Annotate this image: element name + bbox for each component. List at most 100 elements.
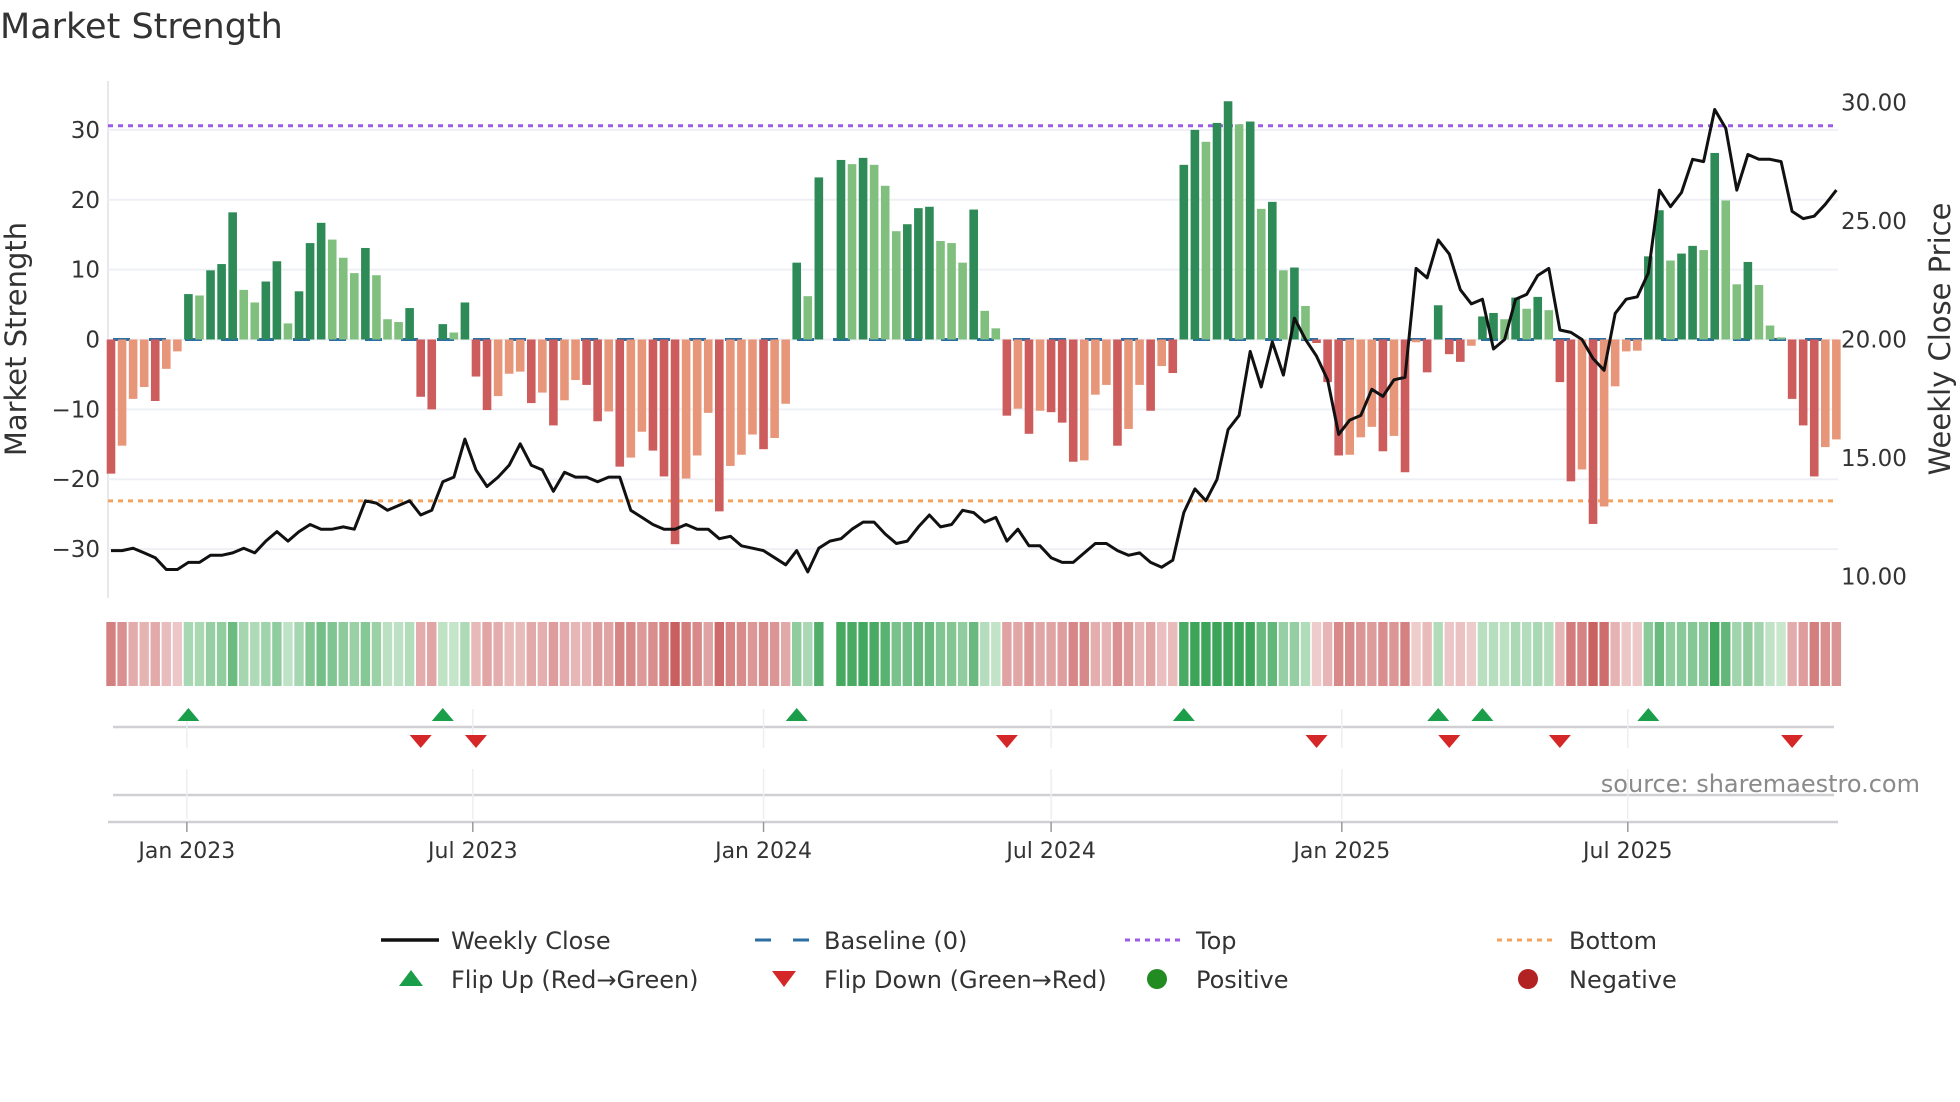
strip-cell bbox=[471, 622, 481, 686]
strip-cell bbox=[1378, 622, 1388, 686]
strip-cell bbox=[1555, 622, 1565, 686]
strip-cell bbox=[1754, 622, 1764, 686]
strength-bar bbox=[726, 339, 735, 466]
strength-bar bbox=[759, 339, 768, 450]
strength-bar bbox=[283, 323, 293, 340]
strip-cell bbox=[493, 622, 503, 686]
flip-down-marker bbox=[1781, 735, 1804, 748]
left-axis-label: Market Strength bbox=[0, 222, 33, 456]
strip-cell bbox=[968, 622, 979, 686]
strip-cell bbox=[1444, 622, 1454, 686]
strength-bar bbox=[1444, 339, 1454, 355]
strength-bar bbox=[162, 339, 171, 369]
legend-label-flip-up: Flip Up (Red→Green) bbox=[451, 966, 699, 994]
market-strength-chart: Market Strength 30 20 10 0 −10 −20 −30 30.00 25… bbox=[0, 7, 1957, 994]
strength-bar bbox=[858, 157, 868, 340]
strip-cell bbox=[526, 622, 536, 686]
y-tick-label: 10 bbox=[71, 258, 100, 284]
strength-bar bbox=[593, 339, 602, 422]
strip-cell bbox=[1588, 622, 1598, 686]
strength-bar bbox=[1234, 124, 1244, 340]
strength-bar bbox=[1433, 305, 1443, 340]
strip-cell bbox=[1333, 622, 1344, 686]
strength-bar bbox=[991, 328, 1001, 340]
strength-bar bbox=[1655, 210, 1664, 340]
strip-cell bbox=[1577, 622, 1587, 686]
flip-up-marker bbox=[1427, 708, 1450, 721]
y-tick-label: −30 bbox=[51, 537, 100, 563]
strength-bar bbox=[648, 339, 658, 451]
strength-bar bbox=[880, 185, 890, 340]
strength-bar bbox=[1478, 316, 1487, 340]
strip-cell bbox=[1123, 622, 1134, 686]
strength-bar bbox=[1146, 339, 1155, 411]
strip-cell bbox=[438, 622, 448, 686]
strip-cell bbox=[482, 622, 492, 686]
strip-cell bbox=[1521, 622, 1532, 686]
strength-bar bbox=[1809, 339, 1819, 477]
strip-cell bbox=[858, 622, 868, 686]
strength-bar bbox=[1467, 339, 1476, 346]
strength-bar bbox=[338, 257, 348, 340]
x-tick-label: Jan 2024 bbox=[713, 839, 812, 864]
strip-cell bbox=[1223, 622, 1233, 686]
strength-bar bbox=[1068, 339, 1078, 462]
y-tick-label: 20 bbox=[71, 188, 100, 214]
strength-bar bbox=[504, 339, 514, 374]
strength-bar bbox=[1610, 339, 1620, 387]
strength-bar bbox=[925, 206, 934, 340]
strength-bar bbox=[1168, 339, 1178, 374]
strip-cell bbox=[659, 622, 669, 686]
flip-down-marker bbox=[1438, 735, 1461, 748]
strip-cell bbox=[924, 622, 935, 686]
strip-cell bbox=[371, 622, 382, 686]
strip-cell bbox=[283, 622, 293, 686]
strip-cell bbox=[239, 622, 249, 686]
strip-cell bbox=[769, 622, 780, 686]
flip-down-marker bbox=[409, 735, 432, 748]
strength-bar bbox=[1334, 339, 1343, 456]
flip-up-marker bbox=[431, 708, 454, 721]
strip-cell bbox=[227, 622, 238, 686]
strength-bar bbox=[250, 302, 260, 340]
strip-cell bbox=[592, 622, 603, 686]
strip-cell bbox=[1356, 622, 1366, 686]
strength-bar bbox=[217, 264, 226, 340]
strength-bar bbox=[1135, 339, 1144, 385]
strip-cell bbox=[1776, 622, 1786, 686]
strength-bar bbox=[1079, 339, 1089, 461]
strip-cell bbox=[161, 622, 171, 686]
strip-cell bbox=[1455, 622, 1466, 686]
strength-heat-strip bbox=[106, 622, 1842, 686]
strip-cell bbox=[1665, 622, 1676, 686]
strength-bar bbox=[903, 224, 912, 340]
strength-bar bbox=[1113, 339, 1122, 446]
strength-bar bbox=[1279, 270, 1288, 340]
strength-bar bbox=[1710, 152, 1719, 340]
strip-cell bbox=[1743, 622, 1753, 686]
strip-cell bbox=[991, 622, 1001, 686]
strip-cell bbox=[117, 622, 127, 686]
strength-bar bbox=[261, 281, 271, 340]
strip-cell bbox=[504, 622, 514, 686]
strip-cell bbox=[1533, 622, 1543, 686]
strength-bar bbox=[427, 339, 437, 410]
strength-bar bbox=[1522, 308, 1531, 340]
strip-cell bbox=[1566, 622, 1576, 686]
strength-bar bbox=[515, 339, 525, 372]
legend-flip-down-icon bbox=[772, 971, 796, 987]
strip-cell bbox=[980, 622, 990, 686]
strip-cell bbox=[1101, 622, 1112, 686]
strength-bar bbox=[383, 319, 392, 340]
legend-label-negative: Negative bbox=[1569, 966, 1677, 994]
strip-cell bbox=[1632, 622, 1642, 686]
strength-bar bbox=[715, 339, 724, 512]
strength-bar bbox=[1666, 260, 1675, 340]
y-tick-label: 0 bbox=[85, 328, 100, 354]
strip-cell bbox=[1610, 622, 1620, 686]
legend-label-baseline: Baseline (0) bbox=[824, 927, 967, 955]
strip-cell bbox=[747, 622, 758, 686]
strength-bar bbox=[416, 339, 425, 397]
strength-bar bbox=[150, 339, 160, 401]
strip-cell bbox=[1013, 622, 1023, 686]
